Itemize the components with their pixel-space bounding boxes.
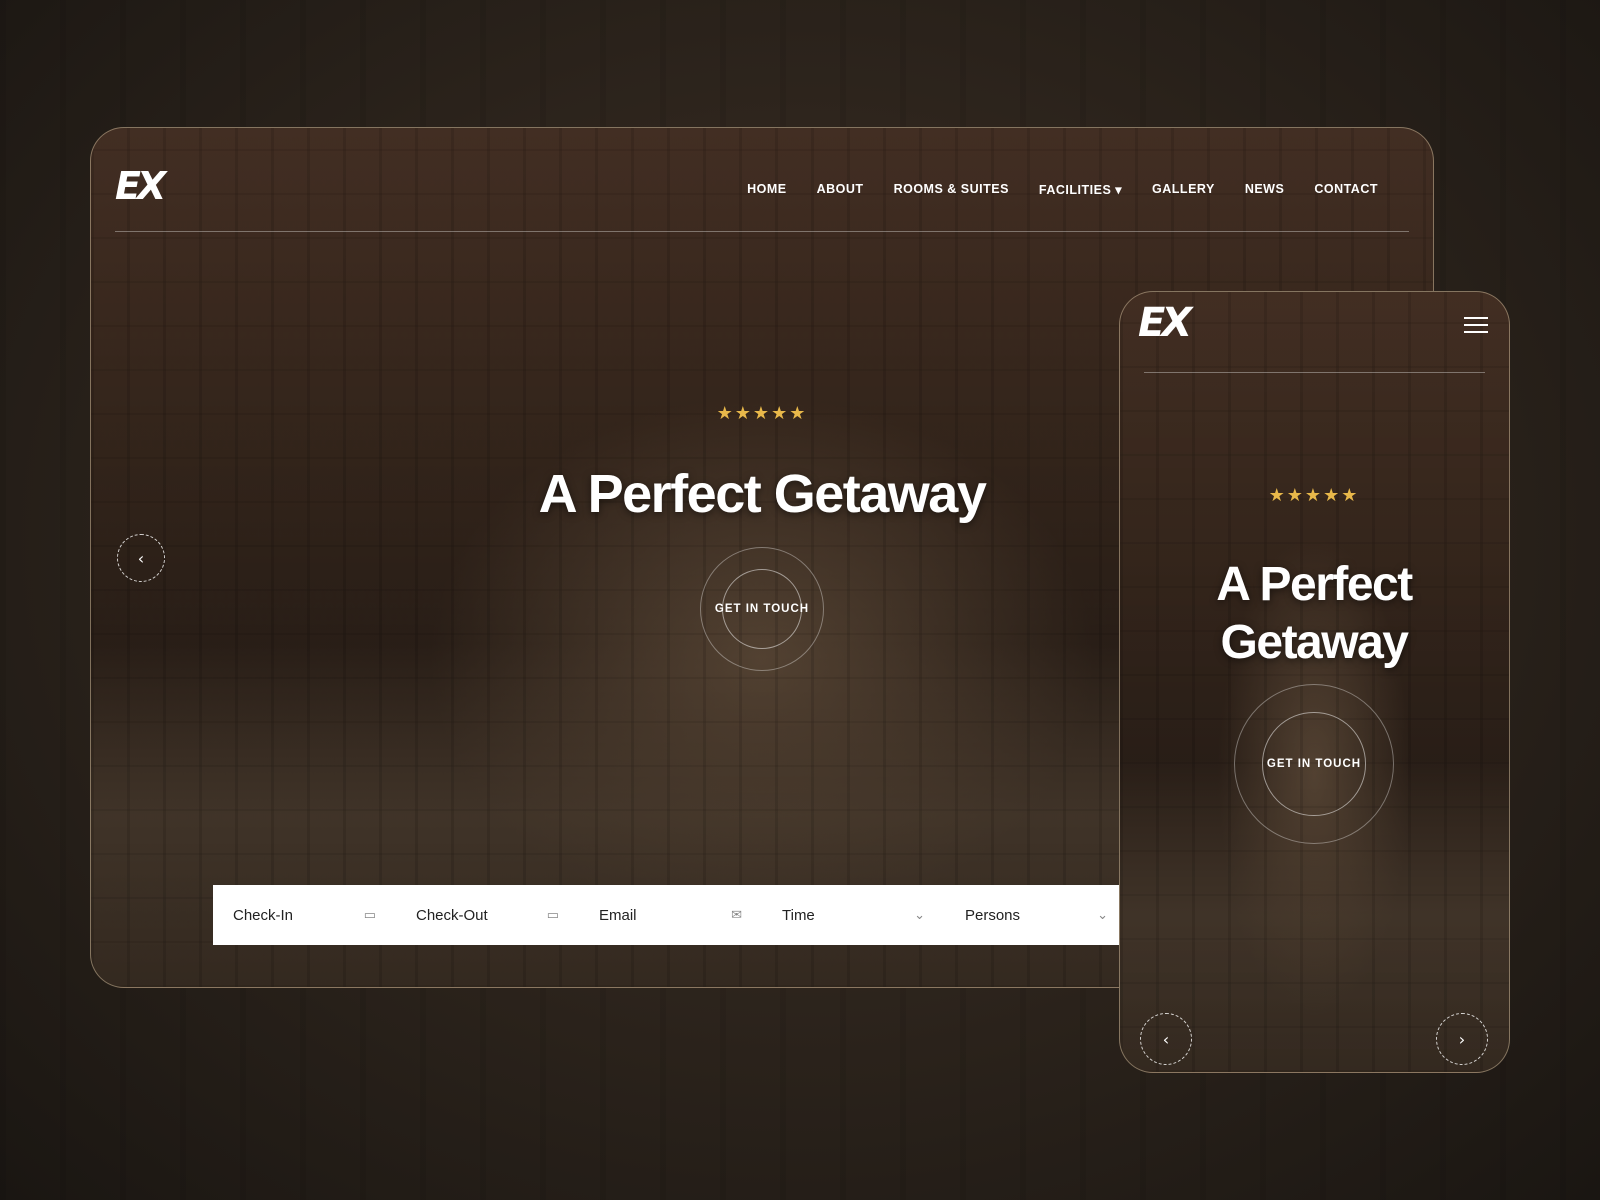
chevron-down-icon: ⌄ xyxy=(914,907,925,922)
cta-label: GET IN TOUCH xyxy=(1266,758,1362,770)
field-label: Email xyxy=(599,906,637,924)
get-in-touch-button[interactable]: GET IN TOUCH xyxy=(700,547,824,671)
hero-title-line1: A Perfect xyxy=(1216,558,1413,611)
rating-stars: ★★★★★ xyxy=(1268,485,1360,506)
logo[interactable]: EX xyxy=(1138,300,1192,346)
next-slide-arrow[interactable]: › xyxy=(1436,1013,1488,1065)
persons-select[interactable]: Persons ⌄ xyxy=(945,907,1128,924)
hero-title: A Perfect Getaway xyxy=(538,464,987,524)
nav-gallery[interactable]: GALLERY xyxy=(1152,182,1215,197)
field-label: Persons xyxy=(965,906,1021,924)
nav-contact[interactable]: CONTACT xyxy=(1314,182,1378,197)
field-label: Time xyxy=(782,906,815,924)
mobile-preview: EX ★★★★★ A Perfect Getaway GET IN TOUCH … xyxy=(1119,291,1510,1073)
main-nav: HOME ABOUT ROOMS & SUITES FACILITIES ▾ G… xyxy=(747,182,1378,197)
nav-news[interactable]: NEWS xyxy=(1245,182,1285,197)
hamburger-menu-icon[interactable] xyxy=(1464,317,1488,333)
calendar-icon: ▭ xyxy=(546,907,559,922)
header-divider xyxy=(115,231,1409,232)
get-in-touch-button[interactable]: GET IN TOUCH xyxy=(1234,684,1394,844)
prev-slide-arrow[interactable]: ‹ xyxy=(117,534,165,582)
logo[interactable]: EX xyxy=(115,164,166,208)
check-out-field[interactable]: Check-Out ▭ xyxy=(396,907,579,924)
time-select[interactable]: Time ⌄ xyxy=(762,907,945,924)
nav-facilities[interactable]: FACILITIES ▾ xyxy=(1039,182,1122,197)
calendar-icon: ▭ xyxy=(363,907,376,922)
cta-label: GET IN TOUCH xyxy=(714,603,810,615)
email-field[interactable]: Email ✉ xyxy=(579,907,762,924)
hero-title-line2: Getaway xyxy=(1220,616,1409,669)
nav-about[interactable]: ABOUT xyxy=(817,182,864,197)
hero-title: A Perfect Getaway xyxy=(1216,556,1413,672)
field-label: Check-Out xyxy=(416,906,488,924)
field-label: Check-In xyxy=(233,906,294,924)
nav-rooms-suites[interactable]: ROOMS & SUITES xyxy=(894,182,1009,197)
check-in-field[interactable]: Check-In ▭ xyxy=(213,907,396,924)
header-divider xyxy=(1144,372,1485,373)
nav-home[interactable]: HOME xyxy=(747,182,787,197)
prev-slide-arrow[interactable]: ‹ xyxy=(1140,1013,1192,1065)
envelope-icon: ✉ xyxy=(731,907,742,922)
chevron-down-icon: ⌄ xyxy=(1097,907,1108,922)
rating-stars: ★★★★★ xyxy=(716,403,808,424)
